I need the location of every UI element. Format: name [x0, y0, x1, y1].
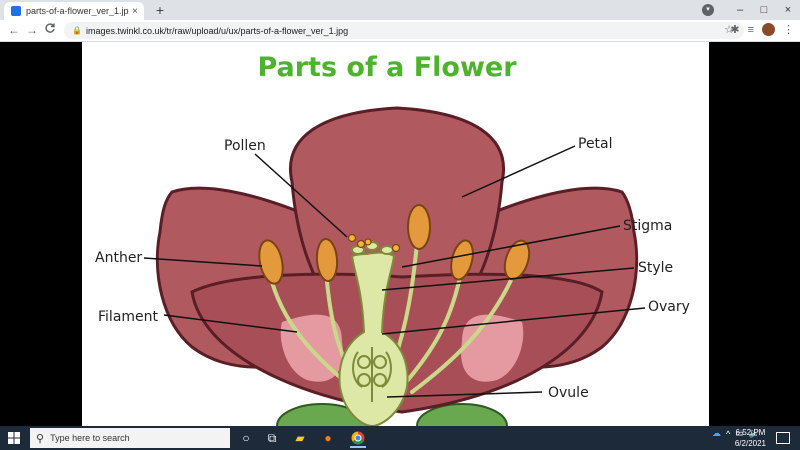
label-ovule: Ovule: [548, 385, 589, 401]
extensions-icon[interactable]: ✱: [730, 23, 739, 36]
profile-avatar[interactable]: [762, 23, 775, 36]
label-style: Style: [638, 260, 673, 276]
cortana-icon[interactable]: ○: [238, 430, 254, 446]
reload-button[interactable]: [42, 22, 58, 38]
label-stigma: Stigma: [623, 218, 672, 234]
window-controls: – □ ×: [728, 0, 800, 20]
minimize-button[interactable]: –: [728, 0, 752, 20]
search-icon: ⚲: [36, 432, 45, 445]
tab-title: parts-of-a-flower_ver_1.jpg (1077×: [26, 6, 129, 16]
tab-search-icon[interactable]: ▾: [702, 4, 714, 16]
chrome-icon[interactable]: [350, 430, 366, 448]
forward-button[interactable]: →: [24, 22, 40, 38]
chrome-logo-icon: [351, 431, 365, 445]
flower-diagram-image: Parts of a Flower Pollen Petal Stigma An…: [82, 42, 709, 426]
new-tab-button[interactable]: +: [152, 2, 168, 18]
firefox-icon[interactable]: ●: [320, 430, 336, 446]
tab-close-icon[interactable]: ×: [129, 6, 141, 17]
clock-date: 6/2/2021: [734, 439, 766, 448]
browser-tab-strip: parts-of-a-flower_ver_1.jpg (1077× × + ▾…: [0, 0, 800, 20]
maximize-button[interactable]: □: [752, 0, 776, 20]
label-petal: Petal: [578, 136, 613, 152]
page-viewport: Parts of a Flower Pollen Petal Stigma An…: [0, 42, 800, 426]
browser-toolbar: ← → 🔒 images.twinkl.co.uk/tr/raw/upload/…: [0, 20, 800, 42]
label-anther: Anther: [95, 250, 142, 266]
browser-menu-icon[interactable]: ⋮: [783, 23, 794, 36]
windows-taskbar: ⚲ Type here to search ○ ⧉ ▰ ● ☁ ^ ▭ 🔈 6:…: [0, 426, 800, 450]
address-bar[interactable]: 🔒 images.twinkl.co.uk/tr/raw/upload/u/ux…: [64, 22, 744, 39]
label-filament: Filament: [98, 309, 159, 325]
diagram-title: Parts of a Flower: [257, 52, 517, 83]
back-button[interactable]: ←: [6, 22, 22, 38]
label-ovary: Ovary: [648, 299, 690, 315]
close-window-button[interactable]: ×: [776, 0, 800, 20]
task-view-icon[interactable]: ⧉: [264, 430, 280, 446]
image-favicon-icon: [11, 6, 21, 16]
reload-icon: [45, 23, 55, 33]
system-clock[interactable]: 6:52 PM 6/2/2021: [735, 427, 766, 449]
lock-icon[interactable]: 🔒: [72, 26, 82, 35]
file-explorer-icon[interactable]: ▰: [292, 430, 308, 446]
windows-start-icon[interactable]: [8, 432, 20, 444]
toolbar-icons: ✱ ≡ ⋮: [730, 23, 794, 36]
label-pollen: Pollen: [224, 138, 266, 154]
taskbar-search-placeholder[interactable]: Type here to search: [50, 433, 130, 443]
browser-tab[interactable]: parts-of-a-flower_ver_1.jpg (1077× ×: [4, 2, 144, 20]
taskbar-search-box[interactable]: ⚲ Type here to search: [30, 428, 230, 448]
media-controls-icon[interactable]: ≡: [748, 24, 754, 36]
url-text[interactable]: images.twinkl.co.uk/tr/raw/upload/u/ux/p…: [86, 26, 348, 36]
weather-icon[interactable]: ☁: [712, 428, 721, 439]
flower-diagram: Parts of a Flower Pollen Petal Stigma An…: [95, 52, 690, 426]
clock-time: 6:52 PM: [735, 428, 766, 437]
notification-center-icon[interactable]: [776, 432, 790, 444]
show-hidden-icons-chevron-icon[interactable]: ^: [726, 429, 730, 439]
